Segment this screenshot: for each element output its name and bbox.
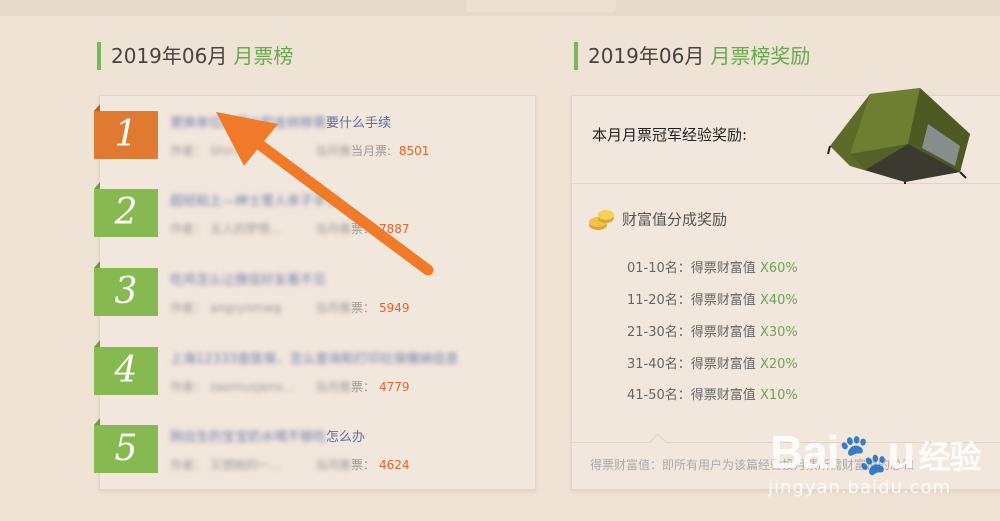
ranking-date: 2019年06月 — [111, 44, 228, 68]
wealth-title: 财富值分成奖励 — [588, 208, 727, 232]
article-title-visible: 要什么手续 — [326, 116, 392, 131]
watermark-logo: Bai🐾u 经验 — [770, 426, 982, 478]
reward-tier: 41-50名：得票财富值 X10% — [627, 388, 798, 403]
ranking-item[interactable]: 4 上海12333查医保、怎么查询和打印社保缴纳信息 作者： zaomuojen… — [94, 332, 537, 402]
author: 作者： angrynmwg — [170, 301, 282, 315]
article-title-link[interactable]: 刚出生的宝宝奶水喝不够吃怎么办 — [170, 426, 365, 445]
coin-icon — [589, 210, 614, 230]
vote-number: 4624 — [379, 458, 410, 472]
article-title-blurred: 刚出生的宝宝奶水喝不够吃 — [170, 430, 327, 445]
ranking-section-title: 2019年06月 月票榜 — [97, 42, 293, 70]
rank-badge: 1 — [94, 104, 158, 159]
ranking-item[interactable]: 2 超轻粘土—绅士雪人亲子手工 作者： 五人的梦想... 当月推票： 7887 — [94, 174, 537, 244]
article-title-link[interactable]: 上海12333查医保、怎么查询和打印社保缴纳信息 — [170, 348, 458, 367]
top-bar — [0, 0, 1000, 16]
vote-count: 当月推票： 4624 — [315, 458, 410, 472]
vote-number: 5949 — [379, 301, 410, 315]
tent-image — [827, 88, 970, 184]
article-title-blurred: 吃鸡怎么让微信好友看不见 — [170, 273, 327, 288]
author-name[interactable]: Shin... — [210, 144, 270, 158]
author: 作者： 五人的梦想... — [170, 220, 282, 237]
reward-tier: 01-10名：得票财富值 X60% — [627, 261, 798, 276]
pointer-notch — [649, 433, 667, 451]
article-title-link[interactable]: 吃鸡怎么让微信好友看不见 — [170, 269, 326, 288]
top-tab[interactable] — [466, 0, 616, 12]
reward-tier: 31-40名：得票财富值 X20% — [627, 357, 798, 372]
champion-label: 本月月票冠军经验奖励: — [592, 126, 748, 144]
champion-reward: 本月月票冠军经验奖励: — [572, 88, 1000, 184]
author-name[interactable]: zaomuojenx... — [210, 380, 295, 394]
article-title-blurred: 更换单位办理公积金转移需 — [170, 116, 327, 131]
rank-badge: 3 — [94, 261, 158, 316]
article-title-visible: 怎么办 — [326, 430, 366, 445]
article-title-link[interactable]: 更换单位办理公积金转移需要什么手续 — [170, 112, 391, 131]
author: 作者： Shin... — [170, 142, 270, 159]
reward-date: 2019年06月 — [588, 44, 705, 68]
ranking-item[interactable]: 5 刚出生的宝宝奶水喝不够吃怎么办 作者： 又想她的一... 当月推票： 4624 — [94, 410, 537, 480]
ranking-title: 月票榜 — [233, 44, 294, 68]
ranking-panel: 1 更换单位办理公积金转移需要什么手续 作者： Shin... 当月推当月票: … — [94, 95, 537, 490]
reward-tier: 21-30名：得票财富值 X30% — [627, 325, 798, 340]
rank-badge: 2 — [94, 182, 158, 237]
author-name[interactable]: angrynmwg — [210, 301, 281, 315]
article-title-blurred: 超轻粘土—绅士雪人亲子手工 — [170, 194, 340, 209]
rank-badge: 5 — [94, 418, 158, 473]
vote-count: 当月推当月票: 8501 — [315, 144, 430, 158]
author: 作者： 又想她的一... — [170, 456, 282, 473]
vote-number: 4779 — [379, 380, 410, 394]
article-title-blurred: 上海12333查医保、怎么查询和打印社保缴纳信息 — [170, 352, 459, 367]
reward-title: 月票榜奖励 — [710, 44, 811, 68]
reward-tier: 11-20名：得票财富值 X40% — [627, 293, 798, 308]
vote-count: 当月推票： 7887 — [315, 222, 410, 236]
author: 作者： zaomuojenx... — [170, 380, 295, 394]
vote-count: 当月推票： 4779 — [315, 380, 410, 394]
paw-icon: 🐾 — [838, 433, 889, 477]
baidu-jingyan-watermark: Bai🐾u 经验 jingyan.baidu.com — [760, 415, 1000, 521]
watermark-url: jingyan.baidu.com — [768, 477, 952, 498]
author-name[interactable]: 又想她的一... — [210, 456, 281, 473]
ranking-item[interactable]: 3 吃鸡怎么让微信好友看不见 作者： angrynmwg 当月推票： 5949 — [94, 253, 537, 323]
article-title-link[interactable]: 超轻粘土—绅士雪人亲子手工 — [170, 190, 339, 209]
rank-badge: 4 — [94, 340, 158, 395]
author-name[interactable]: 五人的梦想... — [210, 220, 281, 237]
vote-number: 7887 — [379, 222, 410, 236]
vote-count: 当月推票： 5949 — [315, 301, 410, 315]
reward-section-title: 2019年06月 月票榜奖励 — [574, 42, 810, 70]
vote-number: 8501 — [398, 144, 430, 158]
ranking-item[interactable]: 1 更换单位办理公积金转移需要什么手续 作者： Shin... 当月推当月票: … — [94, 96, 537, 166]
